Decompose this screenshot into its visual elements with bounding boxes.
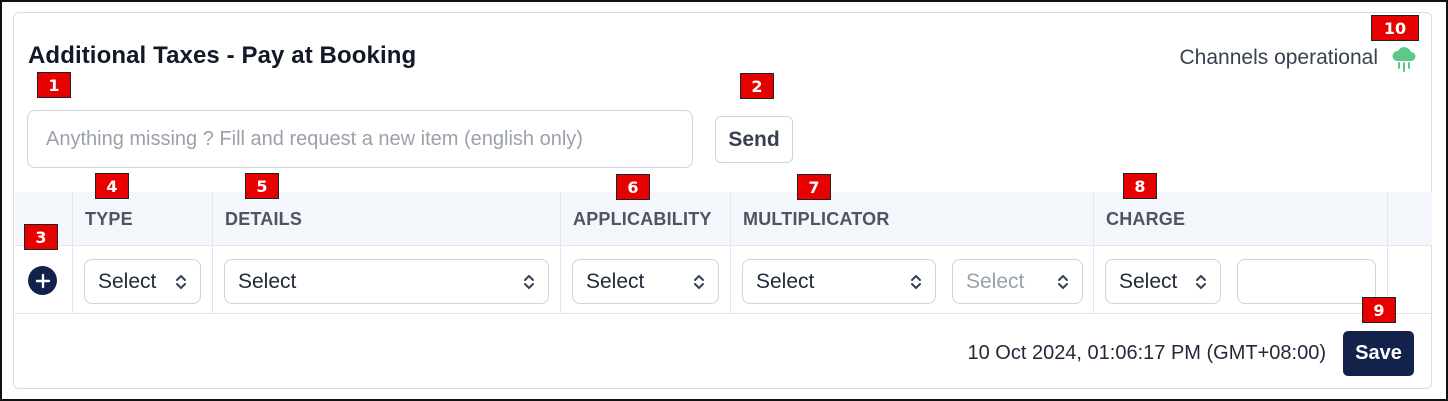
chevron-updown-icon (694, 274, 704, 289)
taxes-table: TYPE DETAILS APPLICABILITY MULTIPLICATOR… (15, 192, 1432, 314)
send-button[interactable]: Send (715, 116, 793, 163)
chevron-updown-icon (524, 274, 534, 289)
column-header-charge: CHARGE (1093, 192, 1387, 246)
multiplicator-unit-value: Select (756, 269, 815, 293)
column-header-type: TYPE (72, 192, 212, 246)
section-title: Additional Taxes - Pay at Booking (28, 42, 417, 69)
column-header-details: DETAILS (212, 192, 560, 246)
annotation-badge-9: 9 (1362, 297, 1396, 323)
annotation-badge-3: 3 (24, 224, 58, 250)
chevron-updown-icon (176, 274, 186, 289)
cell-multiplicator: Select Select (730, 246, 1093, 314)
annotation-badge-7: 7 (797, 174, 831, 200)
table-row: Select Select Select Select Select Selec… (15, 246, 1432, 314)
annotation-badge-1: 1 (37, 72, 71, 98)
annotation-badge-6: 6 (616, 174, 650, 200)
annotation-badge-10: 10 (1371, 15, 1419, 41)
details-select[interactable]: Select (224, 259, 549, 304)
column-header-multiplicator: MULTIPLICATOR (730, 192, 1093, 246)
multiplicator-unit-select[interactable]: Select (742, 259, 936, 304)
charge-amount-input[interactable] (1237, 259, 1376, 304)
chevron-updown-icon (1058, 274, 1068, 289)
channel-status: Channels operational (1180, 44, 1418, 72)
multiplicator-value-select[interactable]: Select (952, 259, 1083, 304)
annotation-badge-2: 2 (740, 73, 774, 99)
applicability-select-value: Select (586, 269, 645, 293)
chevron-updown-icon (1196, 274, 1206, 289)
charge-type-select[interactable]: Select (1105, 259, 1221, 304)
cell-details: Select (212, 246, 560, 314)
type-select-value: Select (98, 269, 157, 293)
request-item-input[interactable] (27, 110, 693, 168)
cell-type: Select (72, 246, 212, 314)
chevron-updown-icon (911, 274, 921, 289)
table-header: TYPE DETAILS APPLICABILITY MULTIPLICATOR… (15, 192, 1432, 246)
applicability-select[interactable]: Select (572, 259, 719, 304)
charge-type-value: Select (1119, 269, 1178, 293)
cell-charge: Select (1093, 246, 1387, 314)
cell-applicability: Select (560, 246, 730, 314)
multiplicator-value-value: Select (966, 269, 1025, 293)
annotation-badge-8: 8 (1123, 173, 1157, 199)
plus-icon (35, 273, 50, 288)
channel-status-text: Channels operational (1179, 46, 1378, 69)
cloud-rain-icon (1390, 44, 1418, 72)
column-header-actions (1387, 192, 1432, 246)
annotation-badge-4: 4 (95, 173, 129, 199)
annotation-badge-5: 5 (245, 173, 279, 199)
save-button[interactable]: Save (1343, 331, 1414, 376)
add-row-button[interactable] (28, 266, 57, 295)
column-header-applicability: APPLICABILITY (560, 192, 730, 246)
type-select[interactable]: Select (84, 259, 201, 304)
details-select-value: Select (238, 269, 297, 293)
last-updated-timestamp: 10 Oct 2024, 01:06:17 PM (GMT+08:00) (967, 342, 1326, 364)
